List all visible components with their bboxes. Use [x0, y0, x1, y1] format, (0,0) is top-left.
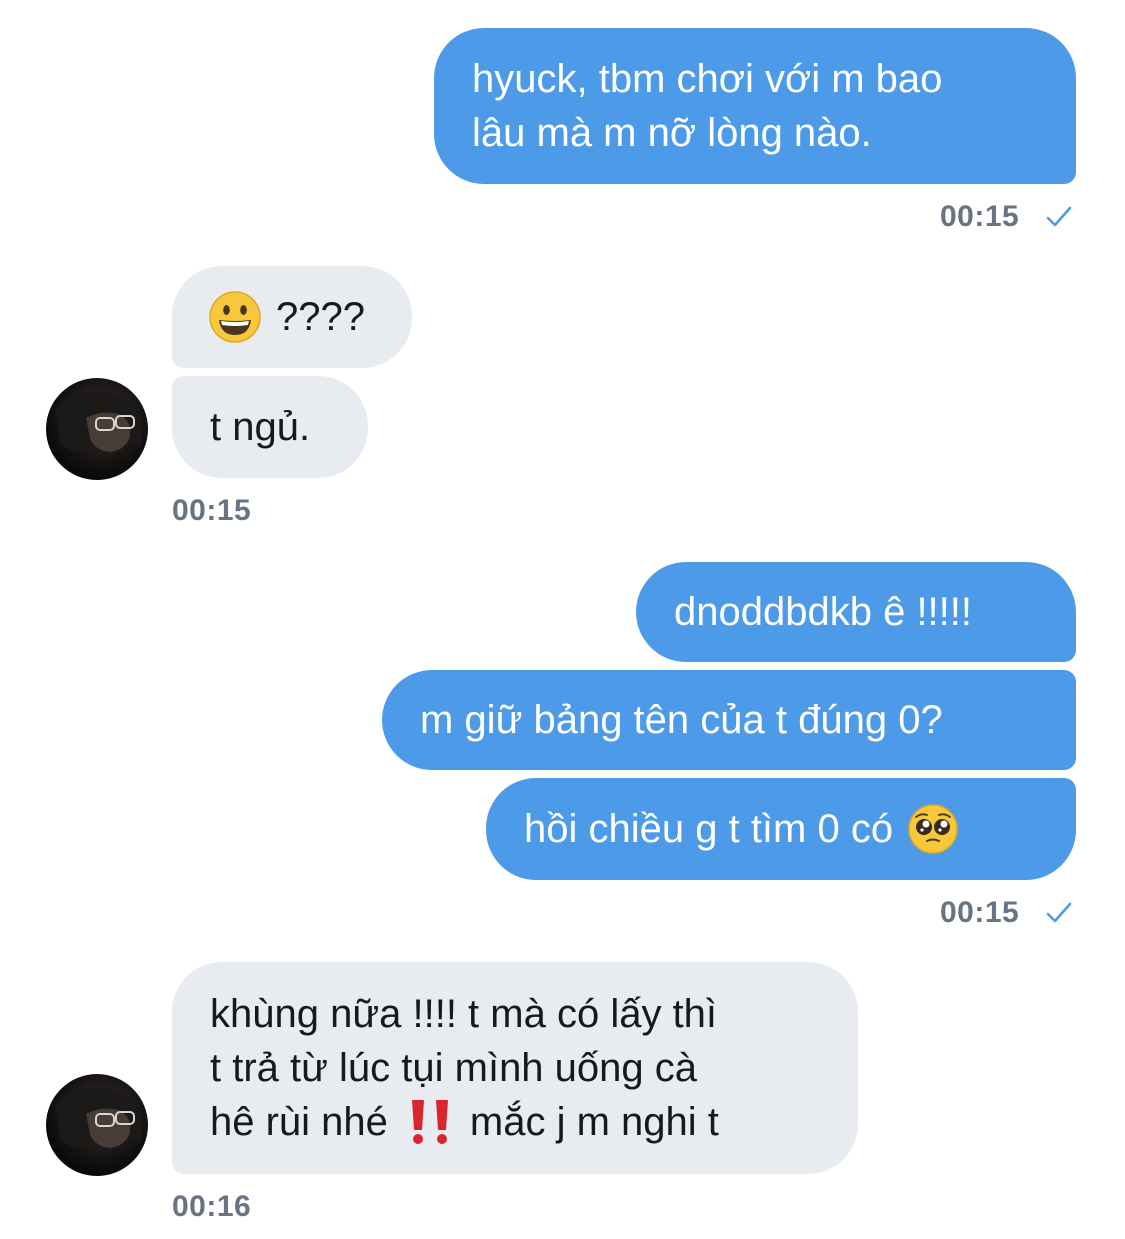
message-text: khùng nữa !!!! t mà có lấy thì — [210, 992, 718, 1036]
grinning-face-icon — [209, 291, 261, 343]
incoming-message-bubble[interactable]: khùng nữa !!!! t mà có lấy thì t trả từ … — [172, 962, 858, 1174]
message-text: hê rùi nhé — [210, 1100, 388, 1144]
outgoing-message-bubble[interactable]: m giữ bảng tên của t đúng 0? — [382, 670, 1076, 770]
message-text: t trả từ lúc tụi mình uống cà — [210, 1046, 698, 1090]
message-text: t ngủ. — [210, 405, 311, 449]
outgoing-message-bubble[interactable]: hồi chiều g t tìm 0 có — [486, 778, 1076, 880]
incoming-message-bubble[interactable]: ???? — [172, 266, 412, 368]
read-check-icon — [1046, 206, 1072, 227]
outgoing-message-bubble[interactable]: hyuck, tbm chơi với m bao lâu mà m nỡ lò… — [434, 28, 1076, 184]
incoming-message-bubble[interactable]: t ngủ. — [172, 376, 368, 478]
message-text: hồi chiều g t tìm 0 có — [524, 807, 894, 851]
message-text: hyuck, tbm chơi với m bao — [472, 57, 943, 101]
message-text: mắc j m nghi t — [469, 1100, 719, 1144]
contact-avatar[interactable] — [46, 378, 148, 480]
message-timestamp: 00:15 — [940, 200, 1020, 233]
contact-avatar[interactable] — [46, 1074, 148, 1176]
message-text: m giữ bảng tên của t đúng 0? — [420, 698, 943, 742]
message-timestamp: 00:15 — [940, 896, 1020, 929]
message-text: dnoddbdkb ê !!!!! — [674, 590, 973, 634]
message-text: ???? — [276, 295, 365, 339]
pleading-face-icon — [908, 804, 958, 854]
message-timestamp: 00:16 — [172, 1190, 252, 1223]
read-check-icon — [1046, 902, 1072, 923]
avatar-photo — [56, 1087, 141, 1148]
double-exclamation-icon — [411, 1100, 448, 1144]
outgoing-message-bubble[interactable]: dnoddbdkb ê !!!!! — [636, 562, 1076, 662]
message-text: lâu mà m nỡ lòng nào. — [472, 111, 872, 155]
message-timestamp: 00:15 — [172, 494, 252, 527]
avatar-photo — [56, 391, 141, 452]
